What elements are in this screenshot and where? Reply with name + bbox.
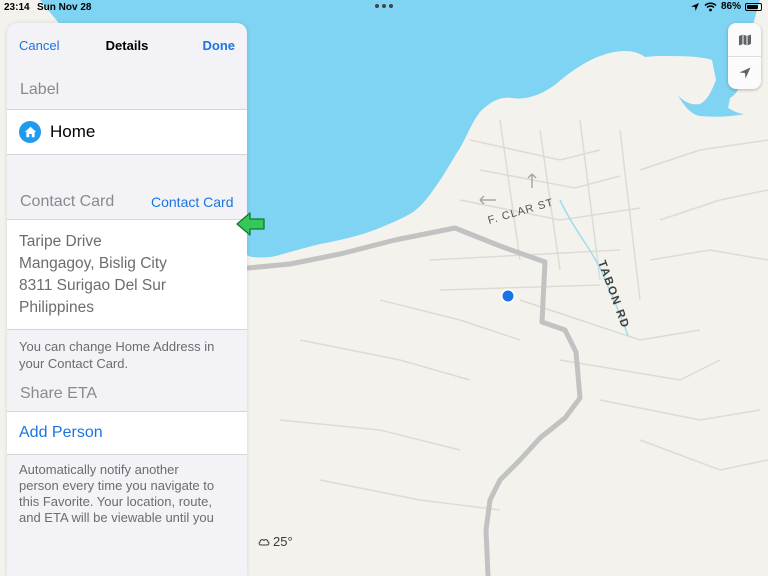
map-mode-button[interactable]	[728, 23, 761, 56]
map-controls	[728, 23, 761, 89]
share-note-line: this Favorite. Your location, route,	[19, 494, 212, 509]
share-eta-note: Automatically notify another person ever…	[7, 455, 247, 526]
status-bar: 23:14 Sun Nov 28 86%	[0, 0, 768, 16]
status-right: 86%	[690, 1, 762, 12]
status-time: 23:14	[4, 2, 30, 13]
contact-section-header: Contact Card Contact Card	[7, 179, 247, 219]
contact-header-text: Contact Card	[20, 193, 115, 210]
temperature-value: 25°	[273, 534, 293, 549]
share-note-line: person every time you navigate to	[19, 478, 215, 493]
panel-nav-bar: Cancel Details Done	[7, 23, 247, 69]
map-icon	[738, 34, 751, 45]
status-date: Sun Nov 28	[37, 2, 92, 13]
add-person-button[interactable]: Add Person	[19, 424, 103, 442]
label-header-text: Label	[20, 81, 60, 98]
share-note-line: Automatically notify another	[19, 462, 179, 477]
address-line: 8311 Surigao Del Sur	[19, 277, 167, 294]
contact-note-line: You can change Home Address in	[19, 339, 215, 354]
details-panel: Cancel Details Done Label Home Contact C…	[7, 23, 247, 576]
share-eta-header-text: Share ETA	[20, 385, 98, 402]
contact-note: You can change Home Address in your Cont…	[7, 330, 247, 378]
address-cell: Taripe Drive Mangagoy, Bislig City 8311 …	[7, 219, 247, 330]
wifi-icon	[704, 2, 717, 11]
label-section-header: Label	[7, 69, 247, 109]
current-location-dot[interactable]	[500, 288, 516, 304]
track-location-button[interactable]	[728, 56, 761, 89]
address-line: Taripe Drive	[19, 233, 102, 250]
share-note-line: and ETA will be viewable until you	[19, 510, 214, 525]
battery-icon	[745, 2, 762, 11]
screen: F. CLAR ST TABON RD 23:14 Sun Nov 28 86%…	[0, 0, 768, 576]
contact-card-link[interactable]: Contact Card	[151, 194, 233, 210]
address-line: Philippines	[19, 299, 94, 316]
battery-percent: 86%	[720, 1, 741, 12]
location-services-icon	[690, 2, 699, 11]
add-person-cell[interactable]: Add Person	[7, 411, 247, 455]
annotation-arrow-icon	[236, 212, 265, 236]
contact-note-line: your Contact Card.	[19, 356, 129, 371]
multitasking-dots-icon[interactable]	[375, 4, 393, 10]
label-home-cell[interactable]: Home	[7, 109, 247, 155]
cloud-icon	[258, 539, 270, 546]
done-button[interactable]: Done	[203, 38, 236, 53]
home-label: Home	[50, 122, 96, 141]
address-line: Mangagoy, Bislig City	[19, 255, 167, 272]
weather-badge: 25°	[258, 534, 293, 549]
location-arrow-icon	[739, 67, 750, 79]
house-icon	[19, 121, 41, 143]
share-eta-section-header: Share ETA	[7, 378, 247, 411]
